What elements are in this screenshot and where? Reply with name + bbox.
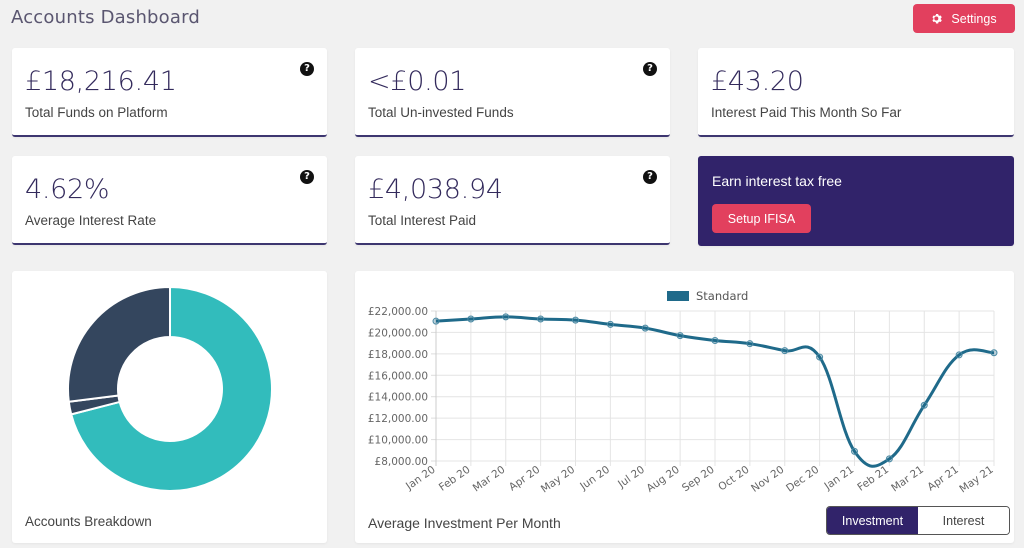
investment-chart-title: Average Investment Per Month bbox=[368, 515, 561, 531]
stat-value: <£0.01 bbox=[368, 66, 467, 97]
gear-icon bbox=[932, 13, 943, 23]
stat-value: £43.20 bbox=[711, 66, 804, 97]
promo-text: Earn interest tax free bbox=[712, 173, 842, 189]
stat-label: Total Funds on Platform bbox=[25, 105, 168, 120]
help-icon[interactable]: ? bbox=[300, 62, 314, 76]
help-icon[interactable]: ? bbox=[643, 170, 657, 184]
toggle-interest[interactable]: Interest bbox=[918, 507, 1009, 534]
stat-label: Interest Paid This Month So Far bbox=[711, 105, 902, 120]
accounts-breakdown-panel: Accounts Breakdown bbox=[12, 271, 327, 543]
stat-card-average-rate: 4.62% Average Interest Rate ? bbox=[12, 156, 327, 245]
help-icon[interactable]: ? bbox=[300, 170, 314, 184]
stat-label: Total Un-invested Funds bbox=[368, 105, 514, 120]
stat-card-total-interest: £4,038.94 Total Interest Paid ? bbox=[355, 156, 670, 245]
stat-label: Average Interest Rate bbox=[25, 213, 157, 228]
stat-value: 4.62% bbox=[25, 174, 110, 205]
page-title: Accounts Dashboard bbox=[11, 7, 201, 28]
chart-mode-toggle: Investment Interest bbox=[826, 506, 1010, 535]
stat-card-total-funds: £18,216.41 Total Funds on Platform ? bbox=[12, 48, 327, 137]
accounts-donut-chart bbox=[67, 285, 273, 492]
donut-slice[interactable] bbox=[67, 285, 171, 403]
accounts-breakdown-title: Accounts Breakdown bbox=[25, 514, 152, 529]
settings-button[interactable]: Settings bbox=[913, 4, 1015, 33]
help-icon[interactable]: ? bbox=[643, 62, 657, 76]
setup-ifisa-button[interactable]: Setup IFISA bbox=[712, 204, 811, 233]
ifisa-promo-card: Earn interest tax free Setup IFISA bbox=[698, 156, 1014, 246]
stat-label: Total Interest Paid bbox=[368, 213, 477, 228]
stat-value: £4,038.94 bbox=[368, 174, 503, 205]
stat-card-uninvested-funds: <£0.01 Total Un-invested Funds ? bbox=[355, 48, 670, 137]
investment-chart-panel bbox=[355, 271, 1014, 543]
stat-card-interest-this-month: £43.20 Interest Paid This Month So Far bbox=[698, 48, 1014, 137]
stat-value: £18,216.41 bbox=[25, 66, 177, 97]
settings-label: Settings bbox=[951, 11, 997, 26]
toggle-investment[interactable]: Investment bbox=[827, 507, 918, 534]
